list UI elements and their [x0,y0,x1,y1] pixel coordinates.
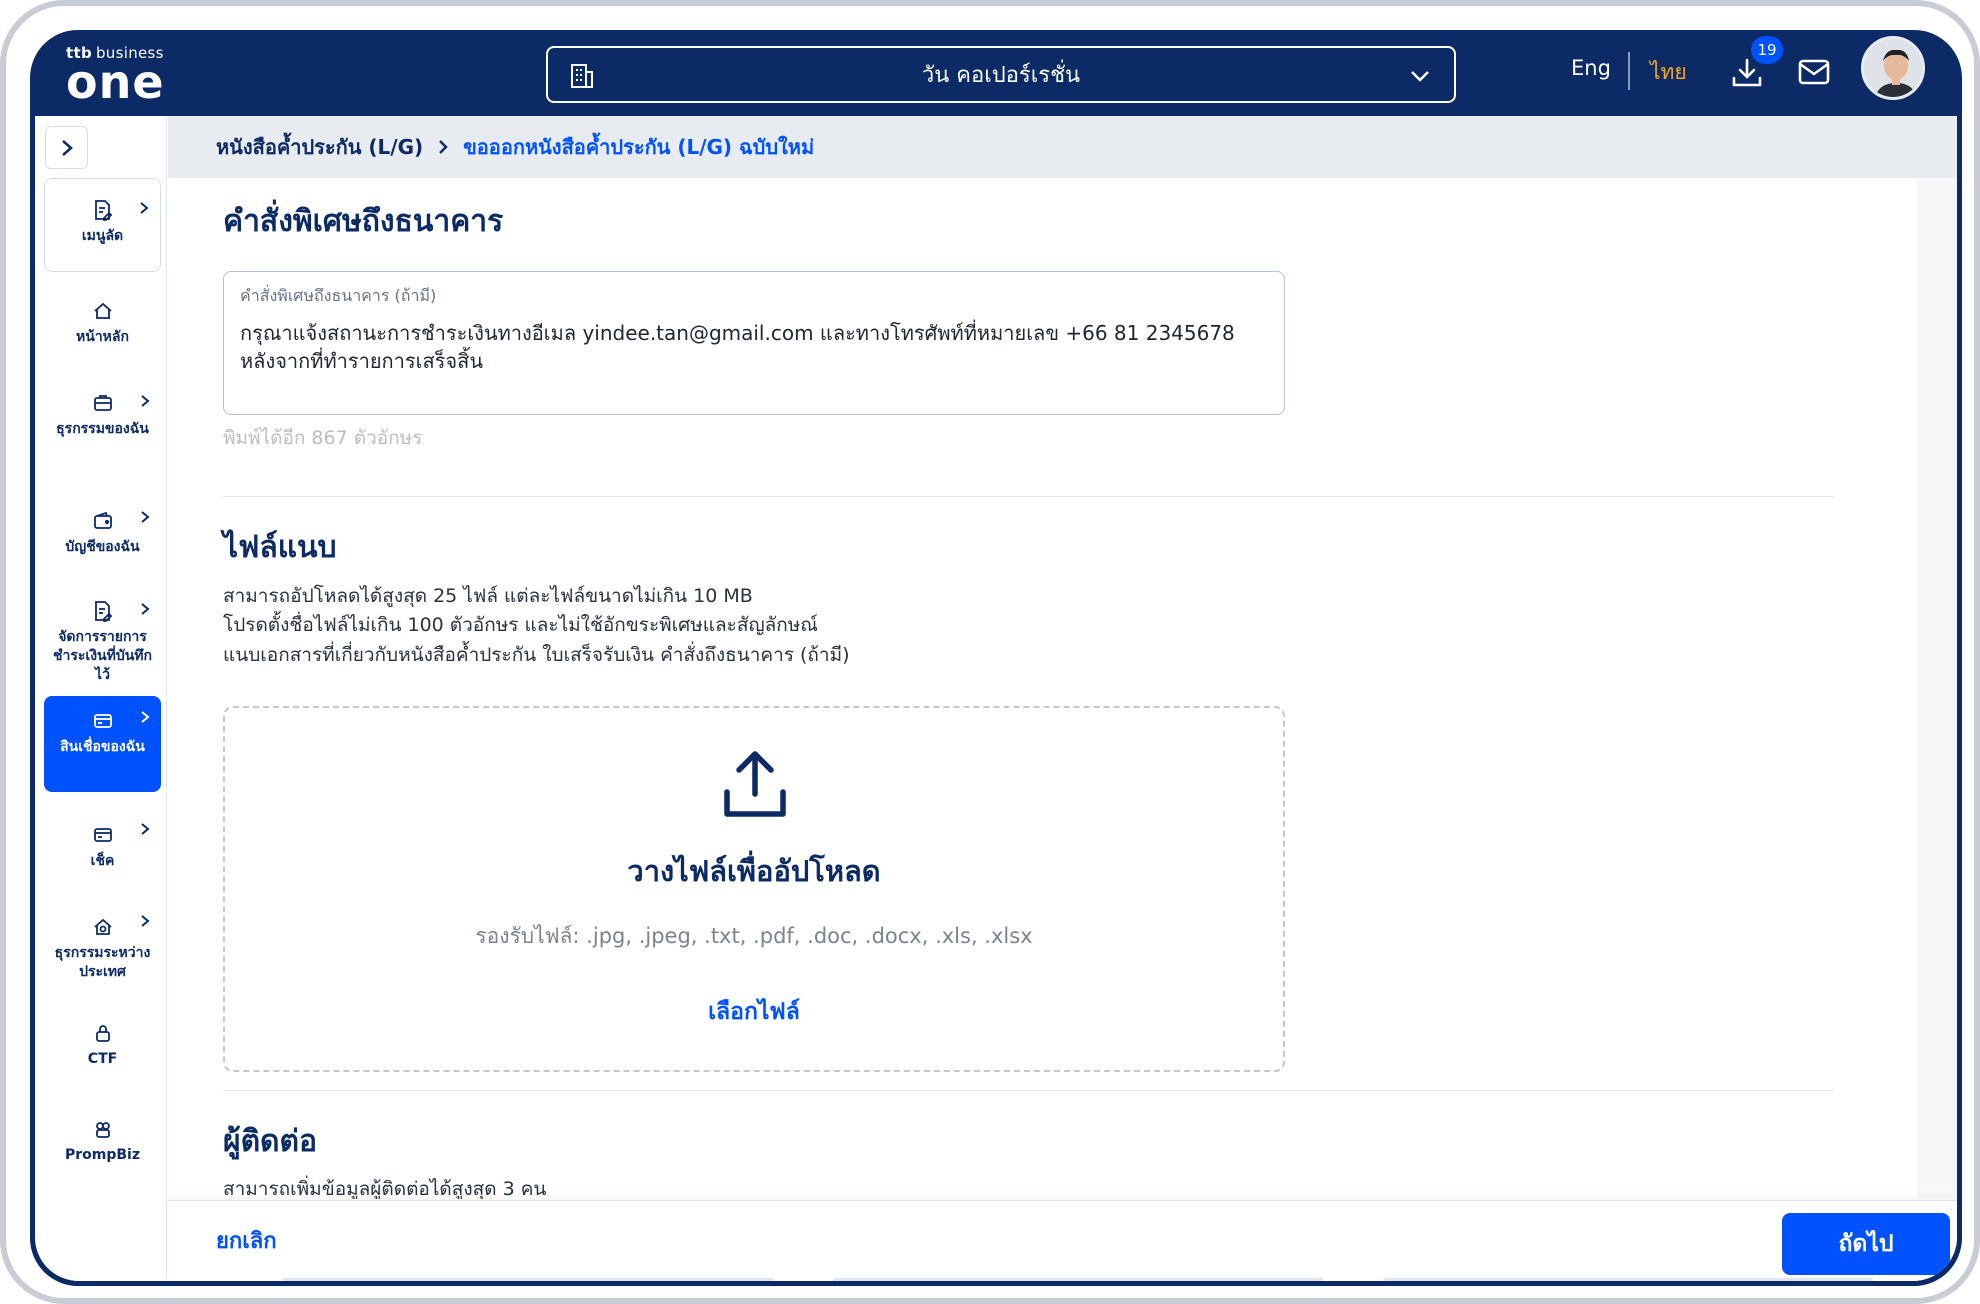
contacts-desc: สามารถเพิ่มข้อมูลผู้ติดต่อได้สูงสุด 3 คน [223,1178,547,1199]
sidebar-item-my-loans[interactable]: สินเชื่อของฉัน [44,696,161,792]
chevron-down-icon [1411,71,1429,82]
sidebar-item-my-transactions[interactable]: ธุรกรรมของฉัน [44,372,161,468]
cheque-icon [93,828,112,842]
chevron-right-icon [141,511,150,523]
briefcase-icon [93,395,112,411]
sidebar-item-home[interactable]: หน้าหลัก [44,280,161,366]
credit-card-icon [93,714,112,728]
breadcrumb-current: ขอออกหนังสือค้ำประกัน (L/G) ฉบับใหม่ [463,135,815,159]
app-screen: ttb business one วัน คอเปอร์เรชั่น Eng ไ… [35,30,1957,1281]
textarea-label: คำสั่งพิเศษถึงธนาคาร (ถ้ามี) [240,286,437,305]
device-frame: ttb business one วัน คอเปอร์เรชั่น Eng ไ… [0,0,1980,1304]
cancel-button[interactable]: ยกเลิก [216,1223,277,1258]
sidebar-item-international[interactable]: ธุรกรรมระหว่างประเทศ [44,892,161,988]
dropzone-title: วางไฟล์เพื่ออัปโหลด [627,854,881,888]
chevron-right-icon [141,395,150,407]
attachments-desc-2: โปรดตั้งชื่อไฟล์ไม่เกิน 100 ตัวอักษร และ… [223,614,818,636]
top-header: ttb business one วัน คอเปอร์เรชั่น Eng ไ… [35,30,1957,116]
attachments-desc-3: แนบเอกสารที่เกี่ยวกับหนังสือค้ำประกัน ใบ… [223,644,850,666]
bottom-action-bar: ยกเลิก ถัดไป [168,1200,1957,1281]
section-title-attachments: ไฟล์แนบ [223,530,337,565]
device-bezel: ttb business one วัน คอเปอร์เรชั่น Eng ไ… [30,30,1962,1286]
sidebar-item-my-accounts[interactable]: บัญชีของฉัน [44,488,161,572]
lock-icon [95,1025,110,1042]
lang-thai-toggle[interactable]: ไทย [1650,56,1687,89]
download-count-badge: 19 [1751,36,1783,64]
chevron-right-icon [141,823,150,835]
breadcrumb-parent-link[interactable]: หนังสือค้ำประกัน (L/G) [216,131,423,163]
prompbiz-icon [95,1122,110,1138]
mail-icon[interactable] [1797,57,1831,87]
file-dropzone[interactable]: วางไฟล์เพื่ออัปโหลด รองรับไฟล์: .jpg, .j… [223,706,1285,1072]
building-icon [571,64,593,88]
special-instructions-textarea[interactable]: คำสั่งพิเศษถึงธนาคาร (ถ้ามี) กรุณาแจ้งสถ… [223,271,1285,415]
avatar-person-icon [1864,39,1922,97]
scrollbar-track[interactable] [1917,178,1957,1199]
next-button[interactable]: ถัดไป [1782,1213,1950,1275]
peek-card-edge [283,1278,773,1281]
section-title-contacts: ผู้ติดต่อ [223,1124,318,1159]
lang-eng-toggle[interactable]: Eng [1571,56,1611,80]
brand-logo[interactable]: ttb business one [66,44,165,109]
sidebar-expand-button[interactable] [45,126,88,169]
breadcrumb: หนังสือค้ำประกัน (L/G) ขอออกหนังสือค้ำปร… [168,116,1957,178]
sidebar-item-shortcut-menu[interactable]: เมนูลัด [44,178,161,272]
lang-divider [1628,52,1630,90]
choose-file-button[interactable]: เลือกไฟล์ [225,994,1283,1030]
chevron-right-icon [140,202,149,214]
sidebar-item-cheque[interactable]: เช็ค [44,800,161,884]
sidebar-item-saved-payments[interactable]: จัดการรายการชำระเงินที่บันทึกไว้ [44,580,161,690]
chevron-right-icon [141,711,150,723]
peek-card-edge [833,1278,1323,1281]
main-content: คำสั่งพิเศษถึงธนาคาร คำสั่งพิเศษถึงธนาคา… [168,178,1957,1199]
company-name: วัน คอเปอร์เรชั่น [921,63,1081,88]
section-divider [223,1090,1834,1091]
sidebar-nav: เมนูลัด หน้าหลัก ธุรกรรมของฉัน บัญชีของฉ… [35,116,167,1281]
attachments-desc-1: สามารถอัปโหลดได้สูงสุด 25 ไฟล์ แต่ละไฟล์… [223,585,753,607]
chevron-right-icon [61,139,73,156]
globe-home-icon [93,918,112,935]
document-edit-icon [94,601,112,622]
brand-big-text: one [66,55,165,109]
peek-card-edge [1383,1278,1873,1281]
upload-icon [724,751,786,817]
sidebar-item-prompbiz[interactable]: PrompBiz [44,1088,161,1178]
chevron-right-icon [141,915,150,927]
user-avatar[interactable] [1861,36,1925,100]
supported-formats: รองรับไฟล์: .jpg, .jpeg, .txt, .pdf, .do… [475,924,1033,948]
document-edit-icon [94,200,112,221]
chevron-right-icon [141,603,150,615]
textarea-value: กรุณาแจ้งสถานะการชำระเงินทางอีเมล yindee… [240,321,1235,373]
wallet-icon [93,511,112,529]
sidebar-item-ctf[interactable]: CTF [44,996,161,1080]
home-icon [93,302,112,319]
chevron-right-icon [439,140,448,154]
section-divider [223,496,1834,497]
section-title-instructions: คำสั่งพิเศษถึงธนาคาร [223,204,504,239]
character-counter: พิมพ์ได้อีก 867 ตัวอักษร [223,427,423,449]
company-select[interactable]: วัน คอเปอร์เรชั่น [546,46,1456,103]
